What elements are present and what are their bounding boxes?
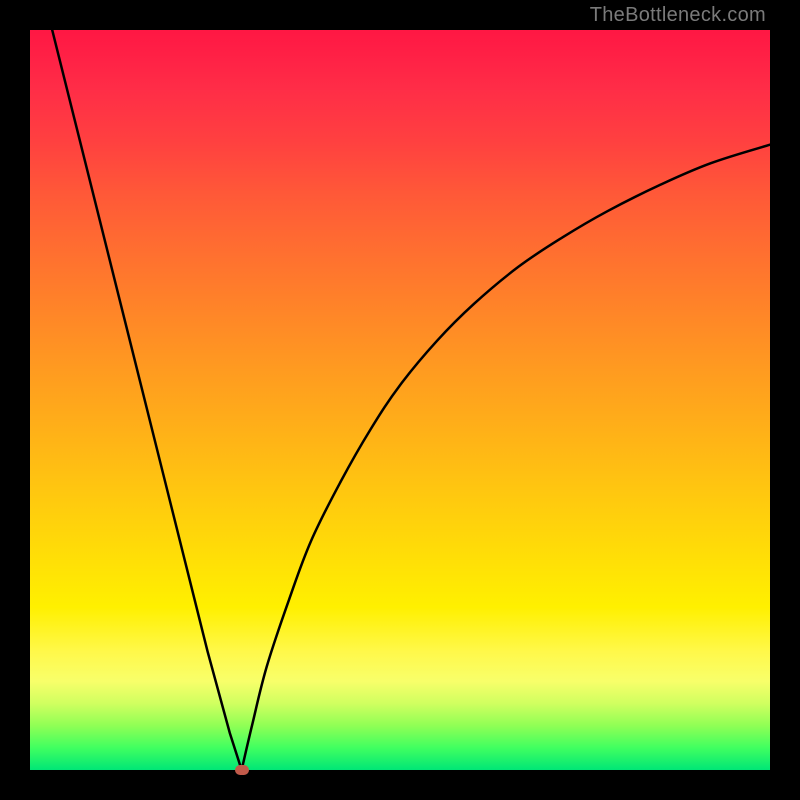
bottleneck-curve <box>30 30 770 770</box>
minimum-marker <box>235 765 249 775</box>
watermark-text: TheBottleneck.com <box>590 4 766 27</box>
chart-plot-area <box>30 30 770 770</box>
chart-outer-frame: TheBottleneck.com <box>0 0 800 800</box>
